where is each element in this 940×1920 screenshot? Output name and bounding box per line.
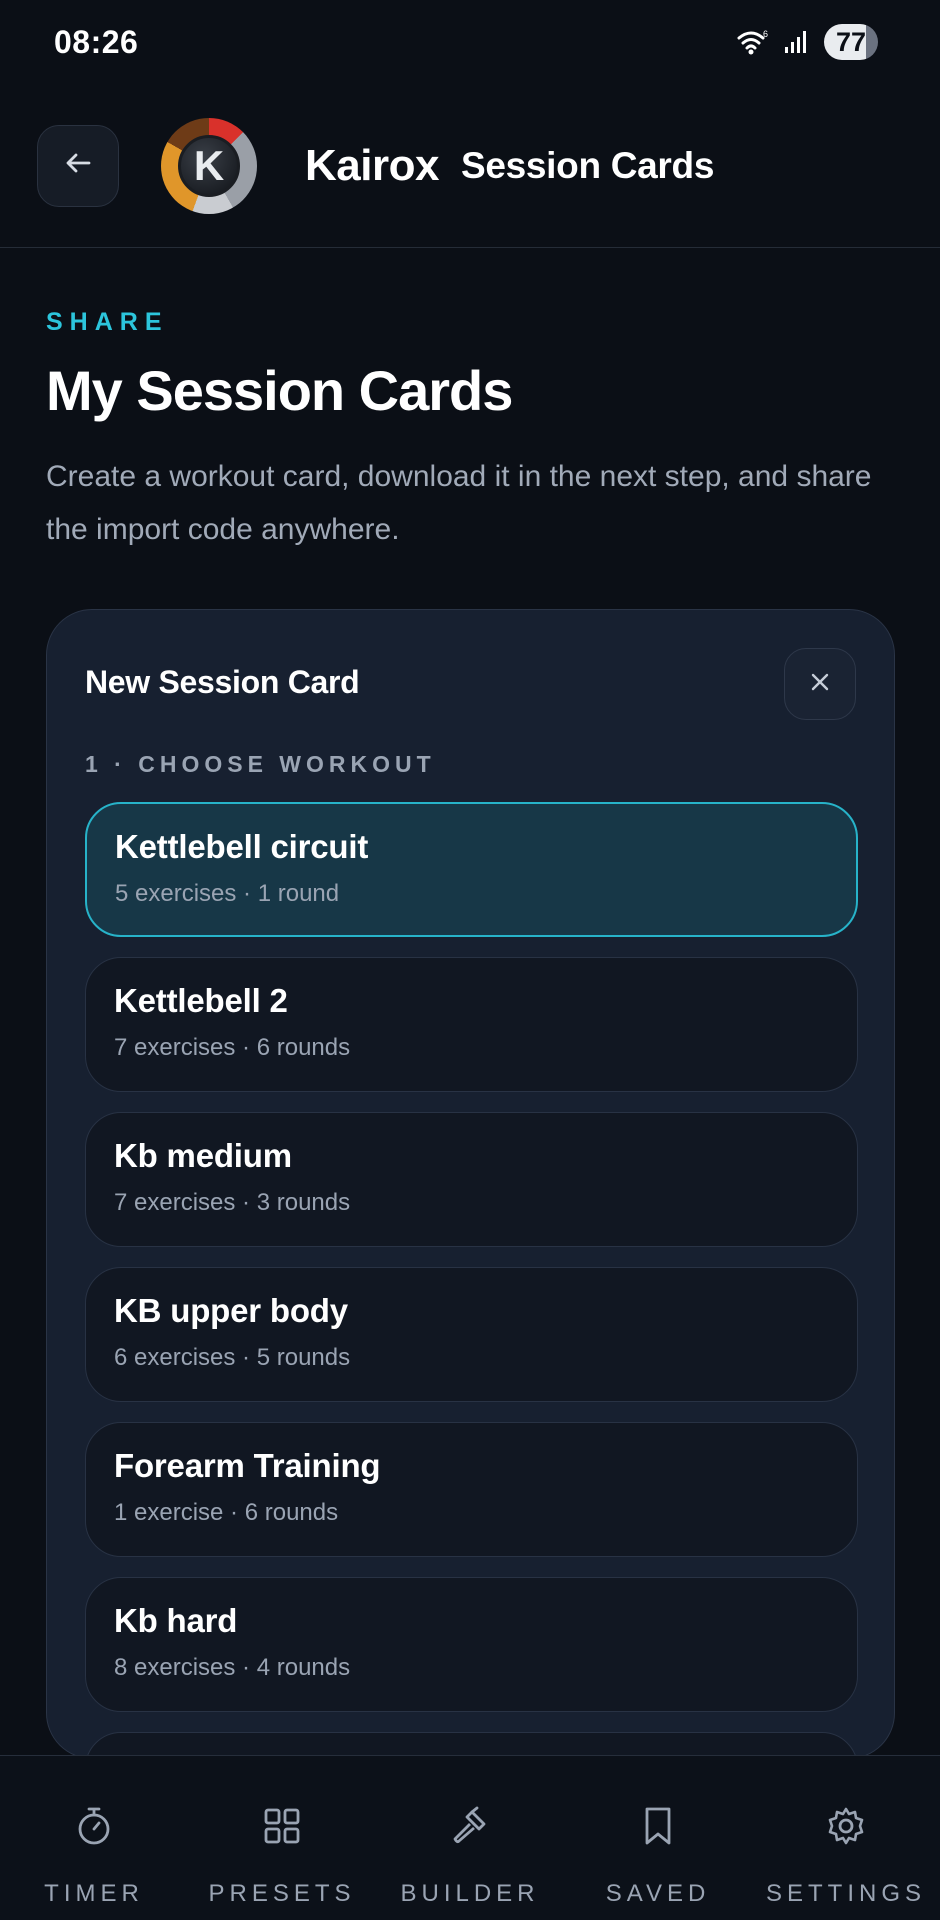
- card-title: New Session Card: [85, 664, 360, 700]
- workout-item[interactable]: Kb hard 8 exercises · 4 rounds: [85, 1577, 858, 1712]
- workout-meta: 1 exercise · 6 rounds: [114, 1499, 339, 1526]
- workout-name: Forearm Training: [114, 1447, 381, 1484]
- signal-icon: [784, 29, 810, 55]
- workout-name: KB upper body: [114, 1292, 348, 1329]
- nav-item-builder[interactable]: BUILDER: [376, 1804, 564, 1908]
- battery-icon: 77: [824, 24, 878, 60]
- arrow-left-icon: [63, 148, 93, 183]
- stopwatch-icon: [74, 1804, 114, 1848]
- workout-item[interactable]: Kettlebell circuit 5 exercises · 1 round: [85, 802, 858, 937]
- workout-name: Kb medium: [114, 1137, 292, 1174]
- svg-text:6: 6: [763, 29, 768, 39]
- nav-label: PRESETS: [208, 1880, 356, 1907]
- app-logo: K: [161, 117, 257, 214]
- logo-letter: K: [178, 134, 240, 197]
- nav-label: BUILDER: [400, 1880, 540, 1907]
- brand-name: Kairox: [305, 140, 439, 190]
- nav-item-presets[interactable]: PRESETS: [188, 1804, 376, 1908]
- nav-label: SETTINGS: [765, 1880, 926, 1907]
- bookmark-icon: [642, 1804, 674, 1848]
- new-session-card-panel: New Session Card 1 · CHOOSE WORKOUT Kett…: [46, 609, 895, 1867]
- status-icons: 6 77: [736, 24, 878, 60]
- nav-label: SAVED: [605, 1880, 711, 1907]
- workout-item[interactable]: Forearm Training 1 exercise · 6 rounds: [85, 1422, 858, 1557]
- step-label: 1 · CHOOSE WORKOUT: [85, 751, 436, 777]
- close-icon: [808, 670, 832, 699]
- back-button[interactable]: [37, 124, 119, 207]
- bottom-nav: TIMER PRESETS BUILDER SAVED SETTINGS: [0, 1755, 940, 1920]
- app-header: K Kairox Session Cards: [0, 84, 940, 248]
- workout-meta: 7 exercises · 6 rounds: [114, 1034, 351, 1061]
- workout-item[interactable]: KB upper body 6 exercises · 5 rounds: [85, 1267, 858, 1402]
- nav-item-timer[interactable]: TIMER: [0, 1804, 188, 1908]
- page-title: My Session Cards: [46, 359, 513, 422]
- workout-name: Kettlebell 2: [114, 982, 288, 1019]
- header-title: Session Cards: [460, 144, 715, 186]
- page-description: Create a workout card, download it in th…: [46, 460, 872, 546]
- nav-item-saved[interactable]: SAVED: [564, 1804, 752, 1908]
- nav-item-settings[interactable]: SETTINGS: [752, 1804, 940, 1908]
- gear-icon: [825, 1804, 867, 1848]
- workout-item[interactable]: Kettlebell 2 7 exercises · 6 rounds: [85, 957, 858, 1092]
- grid-icon: [262, 1804, 302, 1848]
- hammer-icon: [448, 1804, 492, 1848]
- close-button[interactable]: [784, 648, 856, 720]
- workout-item[interactable]: Kb medium 7 exercises · 3 rounds: [85, 1112, 858, 1247]
- status-time: 08:26: [54, 23, 139, 60]
- workout-meta: 7 exercises · 3 rounds: [114, 1189, 351, 1216]
- workout-meta: 6 exercises · 5 rounds: [114, 1344, 351, 1371]
- workout-list: Kettlebell circuit 5 exercises · 1 round…: [85, 802, 858, 1867]
- status-bar: 08:26 6 77: [0, 0, 940, 84]
- section-eyebrow: SHARE: [46, 308, 169, 336]
- workout-name: Kettlebell circuit: [115, 828, 369, 865]
- workout-meta: 8 exercises · 4 rounds: [114, 1654, 351, 1681]
- workout-meta: 5 exercises · 1 round: [115, 880, 340, 907]
- workout-name: Kb hard: [114, 1602, 238, 1639]
- nav-label: TIMER: [44, 1880, 144, 1907]
- wifi-icon: 6: [736, 28, 770, 56]
